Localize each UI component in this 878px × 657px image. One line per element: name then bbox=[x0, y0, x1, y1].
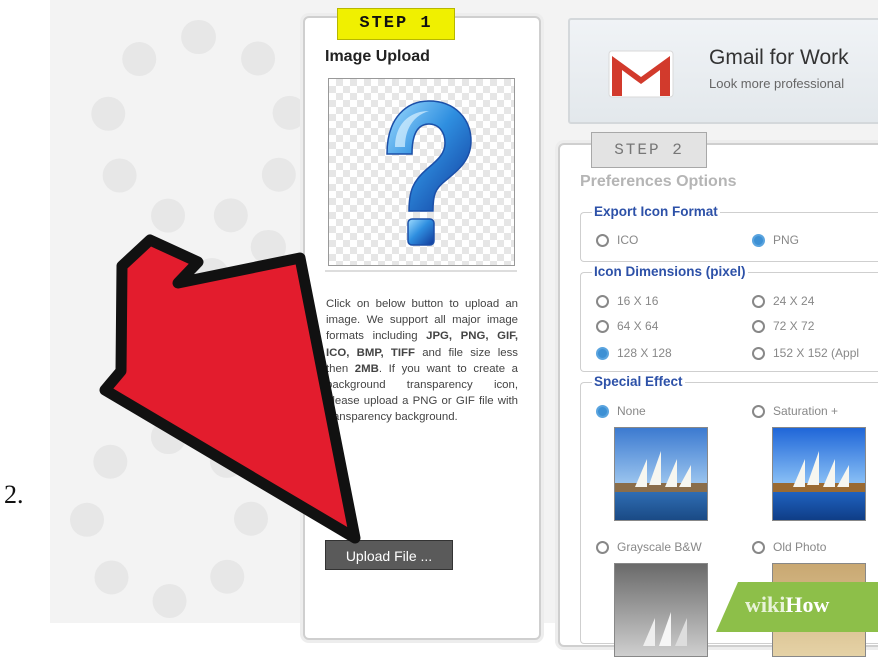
effect-option-grayscale[interactable]: Grayscale B&W bbox=[596, 540, 702, 554]
effect-preview-saturation[interactable] bbox=[772, 427, 866, 521]
effect-option-old-photo[interactable]: Old Photo bbox=[752, 540, 826, 554]
radio-16[interactable] bbox=[596, 294, 609, 308]
dimension-label: 152 X 152 (Appl bbox=[773, 346, 860, 360]
radio-128[interactable] bbox=[596, 346, 609, 360]
effect-label: Grayscale B&W bbox=[617, 540, 702, 554]
wikihow-suffix: How bbox=[785, 592, 830, 617]
radio-png[interactable] bbox=[752, 233, 765, 247]
radio-grayscale[interactable] bbox=[596, 540, 609, 554]
dimension-option-128[interactable]: 128 X 128 bbox=[596, 346, 672, 360]
format-option-ico[interactable]: ICO bbox=[596, 233, 638, 247]
dimension-label: 16 X 16 bbox=[617, 294, 659, 308]
wikihow-logo: wikiHow bbox=[745, 592, 829, 618]
opera-house-sail bbox=[679, 464, 691, 487]
dimension-label: 128 X 128 bbox=[617, 346, 672, 360]
effect-label: None bbox=[617, 404, 646, 418]
dimension-option-24[interactable]: 24 X 24 bbox=[752, 294, 814, 308]
radio-saturation[interactable] bbox=[752, 404, 765, 418]
opera-house-sail bbox=[635, 458, 647, 487]
step2-tab: STEP 2 bbox=[591, 132, 707, 168]
red-arrow-icon bbox=[99, 234, 361, 544]
thumb-sea bbox=[773, 492, 865, 520]
gmail-ad-title: Gmail for Work bbox=[709, 46, 849, 69]
opera-house-sail bbox=[807, 451, 819, 486]
radio-64[interactable] bbox=[596, 319, 609, 333]
export-format-legend: Export Icon Format bbox=[592, 204, 720, 219]
dimension-label: 64 X 64 bbox=[617, 319, 659, 333]
effect-label: Saturation + bbox=[773, 404, 839, 418]
effect-preview-none[interactable] bbox=[614, 427, 708, 521]
radio-72[interactable] bbox=[752, 319, 765, 333]
opera-house-sail bbox=[837, 464, 849, 487]
format-option-png[interactable]: PNG bbox=[752, 233, 799, 247]
dimension-label: 72 X 72 bbox=[773, 319, 815, 333]
opera-house-sail bbox=[649, 451, 661, 486]
effect-preview-grayscale[interactable] bbox=[614, 563, 708, 657]
effect-option-saturation[interactable]: Saturation + bbox=[752, 404, 838, 418]
opera-house-sail bbox=[823, 458, 835, 487]
radio-24[interactable] bbox=[752, 294, 765, 308]
dimension-option-72[interactable]: 72 X 72 bbox=[752, 319, 814, 333]
dimensions-legend: Icon Dimensions (pixel) bbox=[592, 264, 748, 279]
opera-house-sail bbox=[665, 458, 677, 487]
dimension-option-16[interactable]: 16 X 16 bbox=[596, 294, 658, 308]
thumb-sea bbox=[615, 492, 707, 520]
effect-option-none[interactable]: None bbox=[596, 404, 646, 418]
gmail-logo-icon bbox=[608, 50, 674, 98]
effect-label: Old Photo bbox=[773, 540, 827, 554]
thumb-sky bbox=[773, 428, 865, 486]
radio-ico[interactable] bbox=[596, 233, 609, 247]
wikihow-prefix: wiki bbox=[745, 592, 786, 617]
radio-none[interactable] bbox=[596, 404, 609, 418]
format-label-png: PNG bbox=[773, 233, 800, 247]
opera-house-sail bbox=[659, 612, 671, 646]
dimension-option-152[interactable]: 152 X 152 (Appl bbox=[752, 346, 859, 360]
dimension-option-64[interactable]: 64 X 64 bbox=[596, 319, 658, 333]
radio-old-photo[interactable] bbox=[752, 540, 765, 554]
gmail-ad-subtitle: Look more professional bbox=[709, 76, 845, 91]
special-effect-legend: Special Effect bbox=[592, 374, 685, 389]
opera-house-sail bbox=[643, 618, 655, 646]
format-label-ico: ICO bbox=[617, 233, 639, 247]
gmail-ad-banner[interactable] bbox=[568, 18, 878, 124]
opera-house-sail bbox=[675, 618, 687, 646]
dimension-label: 24 X 24 bbox=[773, 294, 815, 308]
thumb-sky bbox=[615, 428, 707, 486]
radio-152[interactable] bbox=[752, 346, 765, 360]
opera-house-sail bbox=[793, 458, 805, 487]
preferences-heading: Preferences Options bbox=[580, 173, 737, 190]
